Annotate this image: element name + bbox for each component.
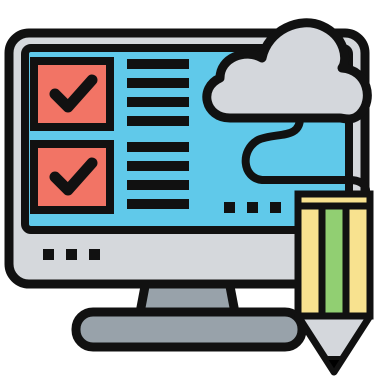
- bezel-dot: [43, 249, 54, 260]
- screen-dot: [270, 202, 281, 213]
- illustration-canvas: [0, 0, 380, 378]
- online-checklist-illustration: [4, 18, 374, 376]
- screen-dot: [224, 202, 235, 213]
- monitor-stand-base: [71, 307, 307, 352]
- checked-box-icon: [30, 140, 114, 214]
- bezel-dot: [89, 249, 100, 260]
- bezel-dot: [66, 249, 77, 260]
- pencil-icon: [294, 190, 374, 376]
- checked-box-icon: [30, 57, 114, 131]
- screen-dot: [247, 202, 258, 213]
